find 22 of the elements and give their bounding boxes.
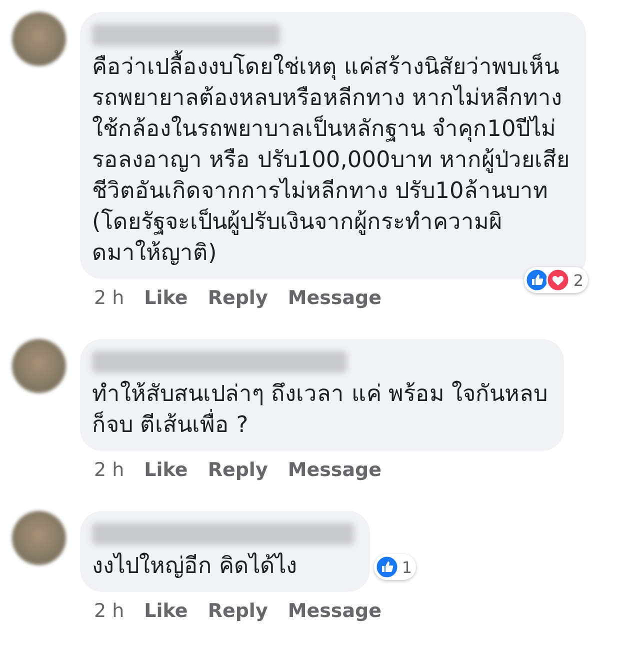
comment-action-link[interactable]: Message (288, 287, 382, 309)
comment-action-link[interactable]: Like (144, 287, 188, 309)
comment-action-link[interactable]: Message (288, 600, 382, 622)
comment-text: งงไปใหญ่อีก คิดได้ไง (92, 552, 298, 581)
comment-time: 2 h (94, 287, 124, 309)
comment-action-link[interactable]: Like (144, 459, 188, 481)
reaction-badge[interactable]: 2 (524, 267, 588, 293)
reaction-count: 1 (402, 558, 412, 576)
comment-time: 2 h (94, 600, 124, 622)
comment-action-link[interactable]: Message (288, 459, 382, 481)
reaction-badge[interactable]: 1 (374, 554, 416, 580)
avatar-photo[interactable] (12, 12, 66, 66)
comment-action-link[interactable]: Like (144, 600, 188, 622)
comment-text: ทำให้สับสนเปล่าๆ ถึงเวลา แค่ พร้อม ใจกันหลบ ก็จบ ตีเส้นเพื่อ ? (92, 380, 548, 440)
comment-action-link[interactable]: Reply (208, 287, 268, 309)
comment-time: 2 h (94, 459, 124, 481)
avatar-photo[interactable] (12, 339, 66, 393)
comment-action-link[interactable]: Reply (208, 600, 268, 622)
comment-action-link[interactable]: Reply (208, 459, 268, 481)
reaction-count: 2 (573, 270, 584, 290)
avatar-photo[interactable] (12, 511, 66, 565)
comment-text: คือว่าเปลื้องงบโดยใช่เหตุ แค่สร้างนิสัยว่าพบเห็น รถพยายาลต้องหลบหรือหลีกทาง หากไม่หลีกทาง ใช้กล้องในรถพยาบาลเป็นหลักฐาน จำคุก10ปีไม่ รอลงอาญา หรือ ปรับ100,000บาท หากผู้ป่วยเสีย ชีวิตอันเกิดจากการไม่หลีกทาง ปรับ10ล้านบาท (โดยรัฐจะเป็นผู้ปรับเงินจากผู้กระทำความผิ ดมาให้ญาติ) (92, 52, 570, 269)
